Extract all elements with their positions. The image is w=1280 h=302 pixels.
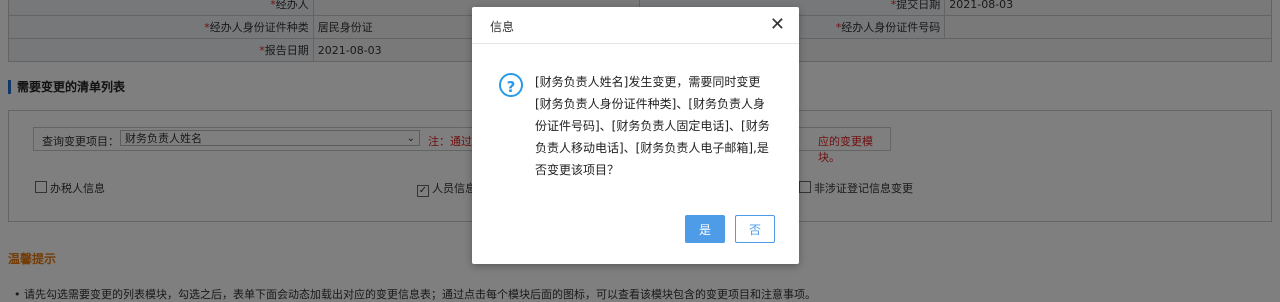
confirm-dialog: 信息 ✕ ? [财务负责人姓名]发生变更，需要同时变更[财务负责人身份证件种类]… bbox=[472, 7, 799, 264]
question-icon: ? bbox=[499, 73, 523, 97]
dialog-title: 信息 bbox=[490, 20, 515, 34]
close-icon[interactable]: ✕ bbox=[770, 14, 785, 35]
dialog-header: 信息 ✕ bbox=[472, 7, 799, 44]
yes-button[interactable]: 是 bbox=[685, 215, 725, 243]
no-button[interactable]: 否 bbox=[735, 215, 775, 243]
dialog-message: [财务负责人姓名]发生变更，需要同时变更[财务负责人身份证件种类]、[财务负责人… bbox=[535, 75, 770, 177]
